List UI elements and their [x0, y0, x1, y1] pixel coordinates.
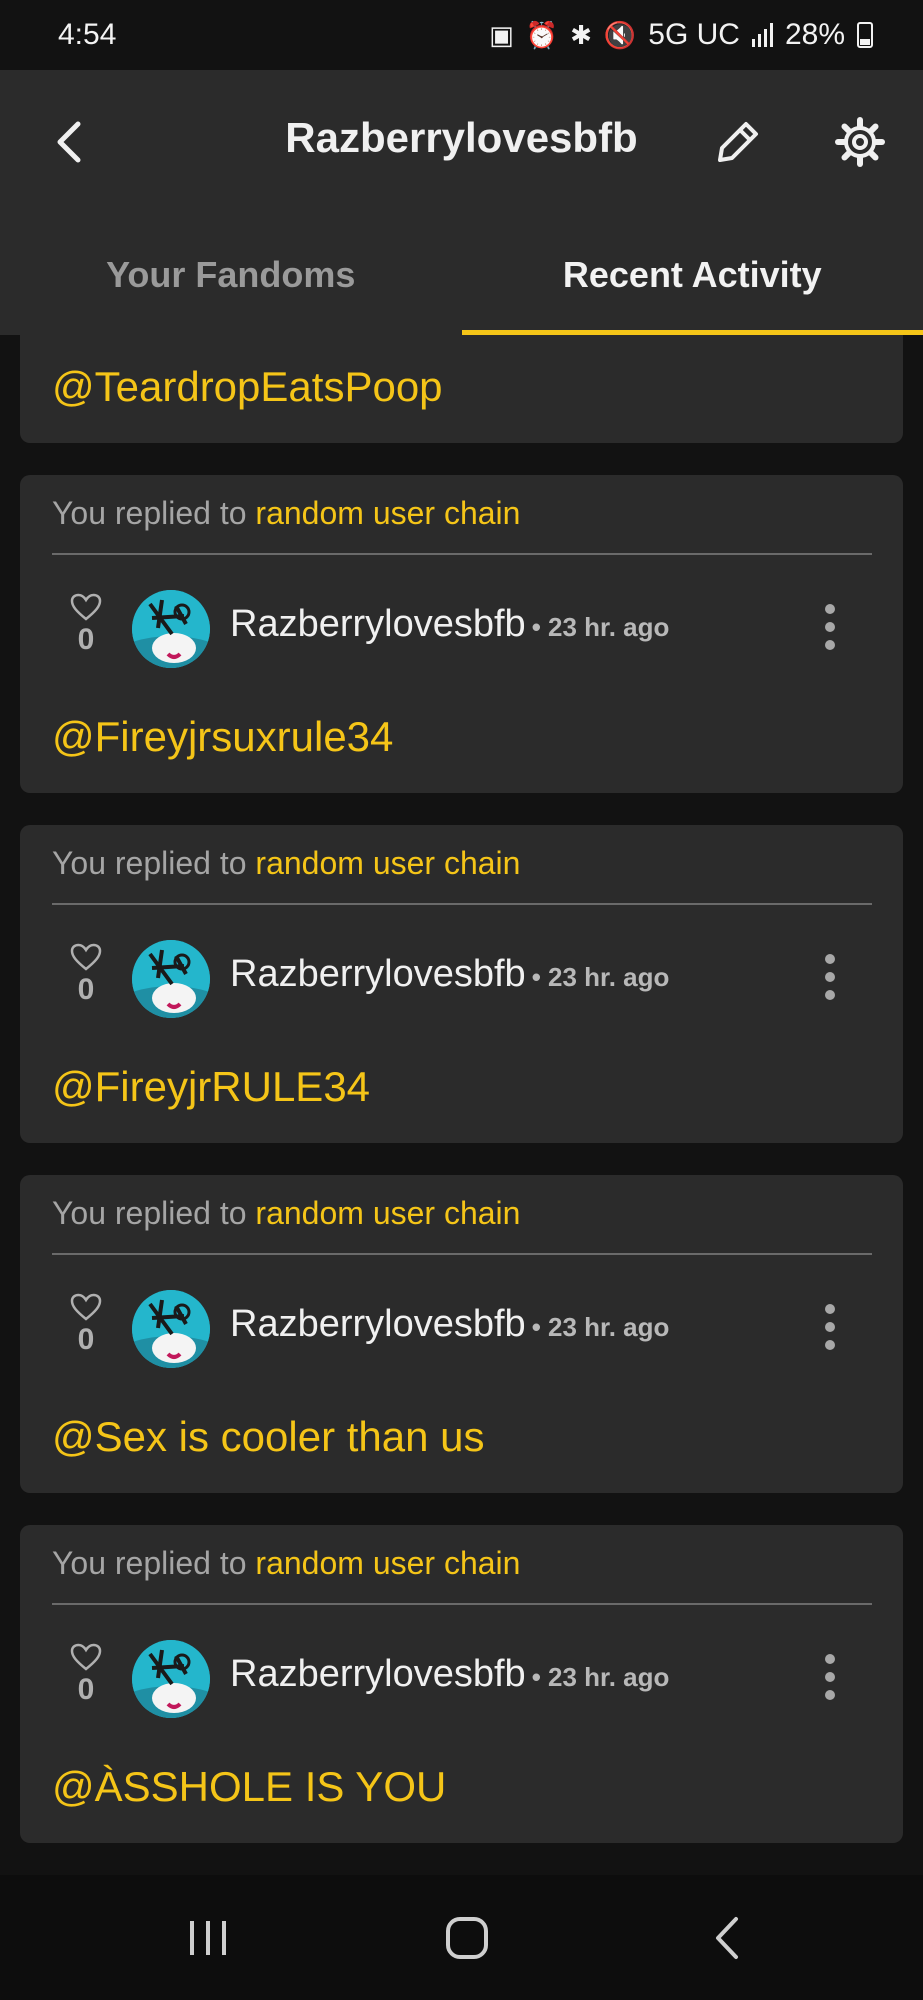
- avatar[interactable]: [132, 940, 210, 1018]
- replied-chain-link[interactable]: random user chain: [255, 1545, 520, 1581]
- like-count: 0: [77, 1323, 95, 1356]
- more-vertical-icon: [825, 954, 835, 1000]
- byline: Razberrylovesbfb • 23 hr. ago: [230, 1303, 669, 1346]
- heart-icon: [70, 1643, 102, 1671]
- replied-prefix: You replied to: [52, 1195, 247, 1231]
- mute-icon: 🔇: [603, 20, 637, 50]
- status-icons: ▣ ⏰ ✱ 🔇 5G UC 28%: [489, 18, 873, 52]
- replied-to-line: You replied to random user chain: [52, 1545, 520, 1582]
- reply-message[interactable]: @ÀSSHOLE IS YOU: [52, 1763, 446, 1811]
- settings-icon: [835, 117, 885, 167]
- home-icon: [446, 1917, 488, 1959]
- activity-card[interactable]: You replied to random user chain 0 Razbe…: [20, 1525, 903, 1843]
- edit-button[interactable]: [710, 114, 766, 170]
- replied-prefix: You replied to: [52, 845, 247, 881]
- reply-message[interactable]: @Sex is cooler than us: [52, 1413, 485, 1461]
- status-time: 4:54: [58, 18, 117, 51]
- more-options-button[interactable]: [820, 953, 840, 1001]
- like-count: 0: [77, 623, 95, 656]
- more-options-button[interactable]: [820, 603, 840, 651]
- battery-label: 28%: [784, 18, 845, 51]
- divider: [52, 903, 872, 905]
- sim-icon: ▣: [489, 20, 514, 50]
- toolbar: Razberrylovesbfb: [0, 70, 923, 215]
- like-button[interactable]: 0: [66, 1643, 106, 1707]
- replied-prefix: You replied to: [52, 495, 247, 531]
- bluetooth-icon: ✱: [570, 20, 592, 50]
- username[interactable]: Razberrylovesbfb: [230, 603, 526, 645]
- more-options-button[interactable]: [820, 1303, 840, 1351]
- like-button[interactable]: 0: [66, 943, 106, 1007]
- more-vertical-icon: [825, 1304, 835, 1350]
- replied-chain-link[interactable]: random user chain: [255, 495, 520, 531]
- timestamp: • 23 hr. ago: [531, 1662, 670, 1692]
- replied-to-line: You replied to random user chain: [52, 845, 520, 882]
- home-button[interactable]: [444, 1915, 490, 1961]
- divider: [52, 1253, 872, 1255]
- tab-bar: Your Fandoms Recent Activity: [0, 215, 923, 335]
- app-header: Razberrylovesbfb Your Fandoms Recent Act: [0, 70, 923, 335]
- timestamp: • 23 hr. ago: [531, 612, 670, 642]
- activity-card-partial[interactable]: @TeardropEatsPoop: [20, 335, 903, 443]
- like-button[interactable]: 0: [66, 593, 106, 657]
- more-options-button[interactable]: [820, 1653, 840, 1701]
- divider: [52, 1603, 872, 1605]
- replied-chain-link[interactable]: random user chain: [255, 1195, 520, 1231]
- system-nav-bar: [0, 1875, 923, 2000]
- alarm-icon: ⏰: [525, 20, 559, 50]
- byline: Razberrylovesbfb • 23 hr. ago: [230, 953, 669, 996]
- like-count: 0: [77, 1673, 95, 1706]
- page-title: Razberrylovesbfb: [285, 114, 638, 161]
- edit-icon: [718, 122, 758, 162]
- avatar[interactable]: [132, 590, 210, 668]
- more-vertical-icon: [825, 1654, 835, 1700]
- replied-to-line: You replied to random user chain: [52, 1195, 520, 1232]
- network-label: 5G UC: [648, 18, 740, 51]
- byline: Razberrylovesbfb • 23 hr. ago: [230, 1653, 669, 1696]
- byline: Razberrylovesbfb • 23 hr. ago: [230, 603, 669, 646]
- more-vertical-icon: [825, 604, 835, 650]
- signal-icon: [751, 23, 773, 47]
- activity-feed[interactable]: @TeardropEatsPoop You replied to random …: [0, 335, 923, 1875]
- avatar[interactable]: [132, 1290, 210, 1368]
- activity-card[interactable]: You replied to random user chain 0 Razbe…: [20, 475, 903, 793]
- tab-recent-activity[interactable]: Recent Activity: [461, 215, 923, 335]
- reply-message[interactable]: @Fireyjrsuxrule34: [52, 713, 393, 761]
- settings-button[interactable]: [832, 114, 888, 170]
- nav-back-button[interactable]: [708, 1915, 748, 1961]
- replied-chain-link[interactable]: random user chain: [255, 845, 520, 881]
- status-bar: 4:54 ▣ ⏰ ✱ 🔇 5G UC 28%: [0, 0, 923, 70]
- replied-to-line: You replied to random user chain: [52, 495, 520, 532]
- avatar[interactable]: [132, 1640, 210, 1718]
- heart-icon: [70, 1293, 102, 1321]
- timestamp: • 23 hr. ago: [531, 1312, 670, 1342]
- replied-prefix: You replied to: [52, 1545, 247, 1581]
- divider: [52, 553, 872, 555]
- tab-your-fandoms[interactable]: Your Fandoms: [0, 215, 462, 335]
- heart-icon: [70, 593, 102, 621]
- activity-card[interactable]: You replied to random user chain 0 Razbe…: [20, 1175, 903, 1493]
- nav-back-icon: [716, 1917, 738, 1959]
- reply-message[interactable]: @FireyjrRULE34: [52, 1063, 370, 1111]
- like-count: 0: [77, 973, 95, 1006]
- like-button[interactable]: 0: [66, 1293, 106, 1357]
- username[interactable]: Razberrylovesbfb: [230, 1303, 526, 1345]
- battery-icon: [857, 22, 873, 48]
- timestamp: • 23 hr. ago: [531, 962, 670, 992]
- reply-message[interactable]: @TeardropEatsPoop: [52, 363, 443, 411]
- activity-card[interactable]: You replied to random user chain 0 Razbe…: [20, 825, 903, 1143]
- recents-icon: [190, 1921, 226, 1955]
- username[interactable]: Razberrylovesbfb: [230, 953, 526, 995]
- heart-icon: [70, 943, 102, 971]
- username[interactable]: Razberrylovesbfb: [230, 1653, 526, 1695]
- recents-button[interactable]: [186, 1915, 230, 1961]
